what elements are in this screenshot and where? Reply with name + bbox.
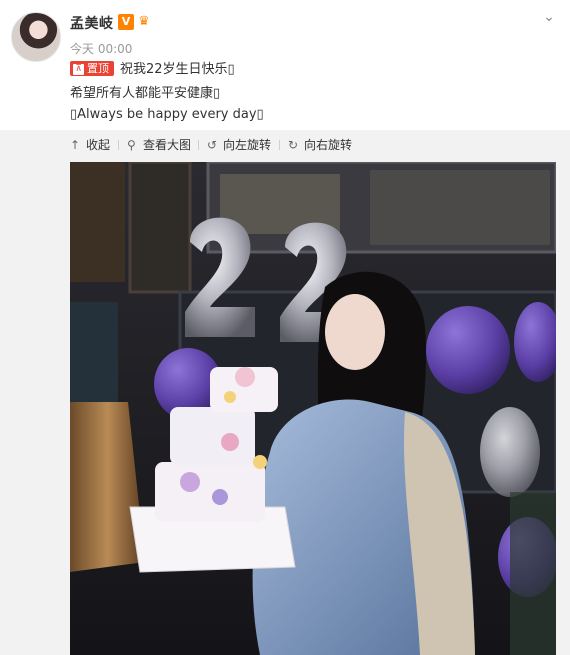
rotate-right-icon: ↻ [288, 138, 299, 152]
post-time[interactable]: 今天 00:00 [70, 40, 132, 57]
view-large-button[interactable]: ⚲ 查看大图 [127, 136, 191, 154]
chevron-down-icon[interactable]: ⌄ [540, 8, 558, 26]
rotate-left-button[interactable]: ↺ 向左旋转 [207, 136, 271, 154]
collapse-button[interactable]: ↑ 收起 [70, 136, 110, 154]
post-photo[interactable] [70, 162, 556, 655]
avatar[interactable] [11, 12, 61, 62]
photo-illustration [70, 162, 556, 655]
post-text-line-1: ⊼ 置顶 祝我22岁生日快乐▯ [70, 61, 235, 79]
toolbar-divider [279, 140, 280, 150]
pin-icon: ⊼ [73, 64, 84, 75]
rotate-right-button[interactable]: ↻ 向右旋转 [288, 136, 352, 154]
pinned-badge: ⊼ 置顶 [70, 61, 114, 76]
up-arrow-icon: ↑ [70, 138, 81, 152]
post-text-line-3: ▯Always be happy every day▯ [70, 107, 264, 122]
verified-badge-icon[interactable]: V [118, 14, 134, 30]
rotate-left-icon: ↺ [207, 138, 218, 152]
magnifier-icon: ⚲ [127, 138, 136, 152]
author-name[interactable]: 孟美岐 [70, 13, 114, 33]
vip-crown-icon[interactable]: ♛ [136, 14, 152, 30]
toolbar-divider [198, 140, 199, 150]
pinned-label: 置顶 [87, 62, 109, 75]
post-text-line-2: 希望所有人都能平安健康▯ [70, 86, 221, 101]
toolbar-divider [118, 140, 119, 150]
post-text: 祝我22岁生日快乐▯ [120, 62, 235, 77]
